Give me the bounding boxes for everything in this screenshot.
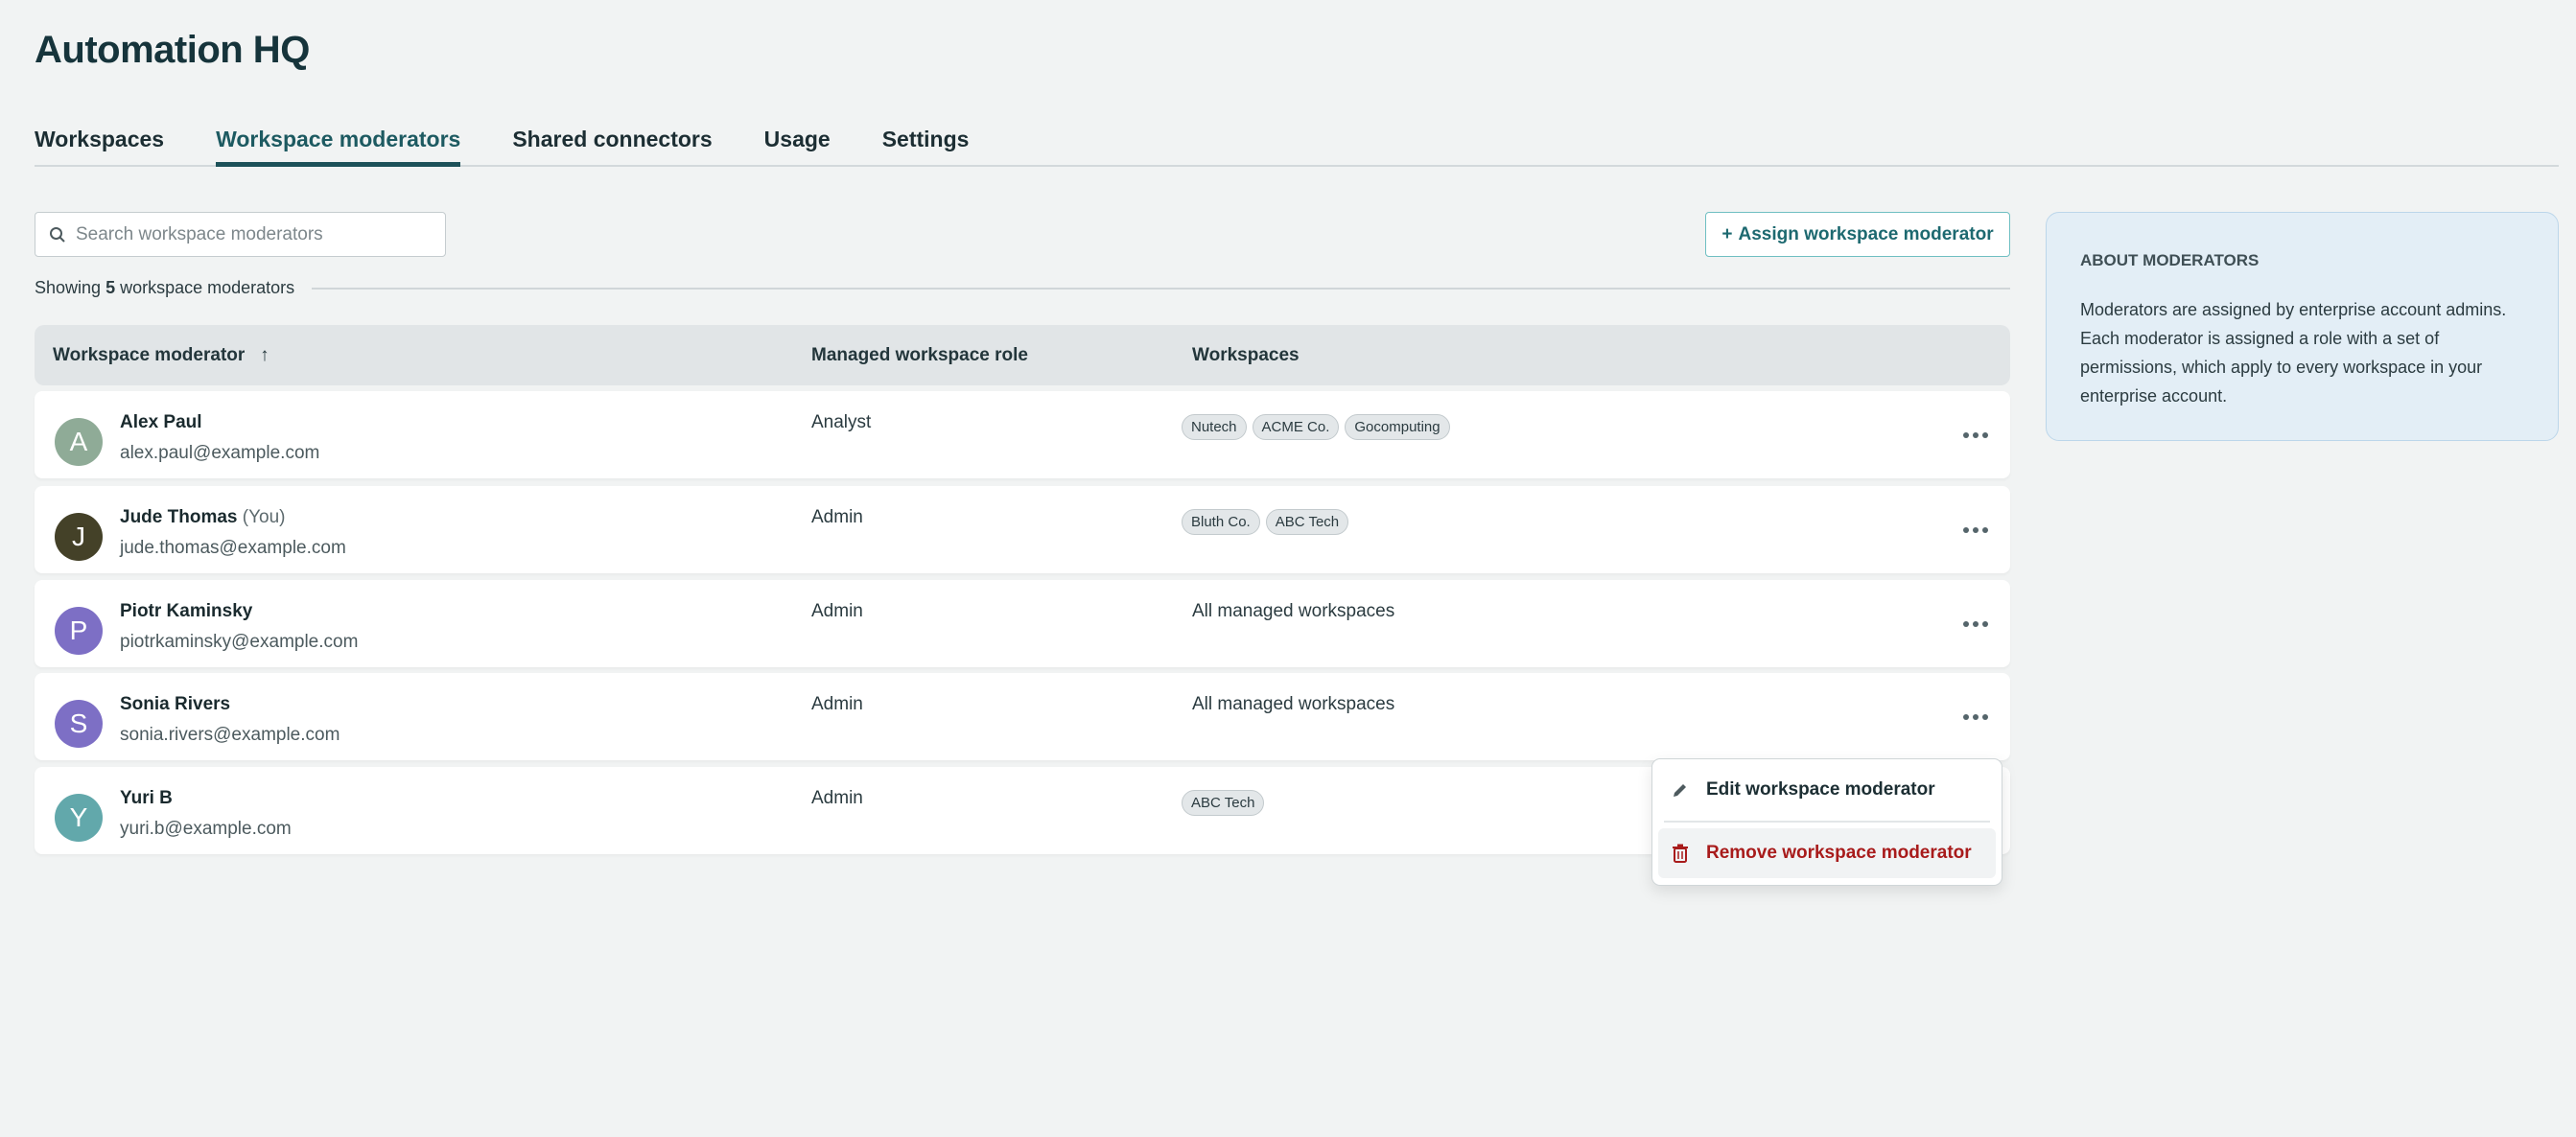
- more-actions-icon[interactable]: [1958, 615, 1993, 634]
- more-actions-icon[interactable]: [1958, 708, 1993, 727]
- column-header-workspaces: Workspaces: [1192, 345, 1300, 365]
- name-text: Sonia Rivers: [120, 694, 231, 714]
- summary-suffix: workspace moderators: [120, 278, 295, 297]
- about-body: Moderators are assigned by enterprise ac…: [2080, 300, 2507, 406]
- workspaces-text: All managed workspaces: [1192, 601, 1395, 621]
- moderator-role: Admin: [811, 694, 863, 714]
- more-actions-icon[interactable]: [1958, 521, 1993, 540]
- column-label: Workspace moderator: [53, 345, 246, 365]
- menu-item-label: Edit workspace moderator: [1706, 779, 1935, 800]
- about-heading: ABOUT MODERATORS: [2080, 251, 2260, 269]
- name-text: Yuri B: [120, 788, 173, 808]
- table-row: S Sonia Rivers sonia.rivers@example.com …: [35, 673, 2010, 760]
- moderator-role: Admin: [811, 788, 863, 808]
- name-text: Piotr Kaminsky: [120, 601, 253, 621]
- tab-settings[interactable]: Settings: [882, 123, 970, 167]
- moderator-name: Alex Paul: [120, 412, 202, 433]
- moderator-email: piotrkaminsky@example.com: [120, 632, 359, 652]
- name-text: Alex Paul: [120, 412, 202, 432]
- workspace-tag: ABC Tech: [1182, 790, 1265, 816]
- table-row: J Jude Thomas (You) jude.thomas@example.…: [35, 486, 2010, 573]
- workspace-tag: Gocomputing: [1345, 414, 1450, 440]
- tab-workspaces[interactable]: Workspaces: [35, 123, 164, 167]
- divider: [312, 287, 2010, 290]
- sort-ascending-icon: ↑: [260, 345, 269, 365]
- about-moderators-panel: ABOUT MODERATORS Moderators are assigned…: [2046, 212, 2559, 441]
- avatar: J: [55, 513, 103, 561]
- plus-icon: +: [1721, 223, 1733, 244]
- edit-workspace-moderator-menu-item[interactable]: Edit workspace moderator: [1658, 765, 1996, 815]
- summary-count: 5: [105, 278, 116, 297]
- search-input[interactable]: [76, 223, 440, 245]
- avatar: S: [55, 700, 103, 748]
- more-actions-icon[interactable]: [1958, 426, 1993, 445]
- summary-prefix: Showing: [35, 278, 102, 297]
- menu-divider: [1664, 821, 1990, 823]
- pencil-icon: [1674, 784, 1686, 797]
- moderator-role: Admin: [811, 601, 863, 621]
- tab-bar: Workspaces Workspace moderators Shared c…: [35, 123, 2559, 167]
- workspace-tag: Bluth Co.: [1182, 509, 1260, 535]
- moderator-name: Piotr Kaminsky: [120, 601, 252, 622]
- table-row: A Alex Paul alex.paul@example.com Analys…: [35, 391, 2010, 478]
- workspace-tags: ABC Tech: [1182, 790, 1265, 816]
- workspace-tag: ABC Tech: [1265, 509, 1349, 535]
- workspace-tags: Nutech ACME Co. Gocomputing: [1182, 414, 1450, 440]
- menu-item-label: Remove workspace moderator: [1706, 843, 1972, 863]
- moderator-role: Admin: [811, 507, 863, 527]
- table-row: P Piotr Kaminsky piotrkaminsky@example.c…: [35, 580, 2010, 667]
- search-icon: [50, 226, 65, 243]
- name-text: Jude Thomas: [120, 507, 238, 527]
- moderator-email: jude.thomas@example.com: [120, 538, 346, 558]
- trash-icon: [1673, 844, 1688, 863]
- remove-workspace-moderator-menu-item[interactable]: Remove workspace moderator: [1658, 828, 1996, 878]
- tab-workspace-moderators[interactable]: Workspace moderators: [216, 123, 461, 167]
- tab-shared-connectors[interactable]: Shared connectors: [512, 123, 712, 167]
- row-context-menu: Edit workspace moderator Remove workspac…: [1651, 758, 2002, 886]
- search-box[interactable]: [35, 212, 446, 257]
- moderator-name: Sonia Rivers: [120, 694, 230, 715]
- column-header-moderator[interactable]: Workspace moderator ↑: [53, 345, 269, 366]
- avatar: P: [55, 607, 103, 655]
- column-header-role: Managed workspace role: [811, 345, 1028, 365]
- moderator-email: alex.paul@example.com: [120, 443, 320, 463]
- page-title: Automation HQ: [35, 29, 310, 71]
- workspace-tag: ACME Co.: [1252, 414, 1340, 440]
- avatar: Y: [55, 794, 103, 842]
- moderator-name: Yuri B: [120, 788, 173, 809]
- workspaces-text: All managed workspaces: [1192, 694, 1395, 714]
- assign-workspace-moderator-button[interactable]: + Assign workspace moderator: [1705, 212, 2010, 257]
- moderator-email: yuri.b@example.com: [120, 819, 292, 839]
- moderator-name: Jude Thomas (You): [120, 507, 285, 528]
- assign-button-label: Assign workspace moderator: [1738, 223, 1994, 244]
- moderator-role: Analyst: [811, 412, 872, 432]
- moderator-email: sonia.rivers@example.com: [120, 725, 340, 745]
- tab-usage[interactable]: Usage: [764, 123, 831, 167]
- you-label: (You): [242, 507, 286, 527]
- avatar: A: [55, 418, 103, 466]
- results-summary: Showing 5 workspace moderators: [35, 278, 2010, 298]
- table-header: Workspace moderator ↑ Managed workspace …: [35, 325, 2010, 385]
- workspace-tag: Nutech: [1182, 414, 1247, 440]
- workspace-tags: Bluth Co. ABC Tech: [1182, 509, 1349, 535]
